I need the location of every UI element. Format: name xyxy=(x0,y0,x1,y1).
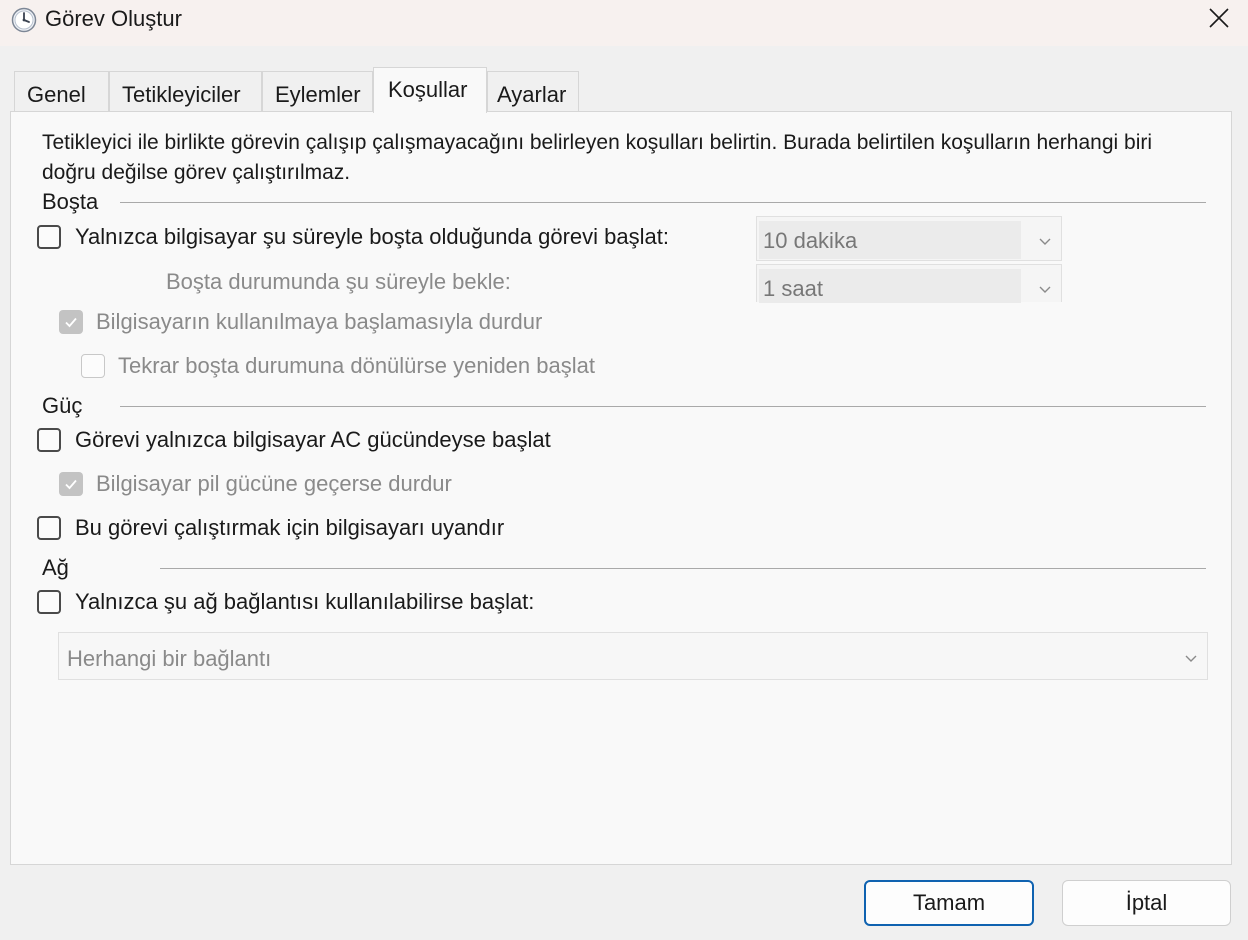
start-if-idle-label: Yalnızca bilgisayar şu süreyle boşta old… xyxy=(75,224,669,249)
tab-eylemler[interactable]: Eylemler xyxy=(262,71,373,111)
wait-duration-label: Boşta durumunda şu süreyle bekle: xyxy=(166,269,511,294)
network-section-label: Ağ xyxy=(42,555,69,580)
ac-power-checkbox[interactable] xyxy=(37,428,61,452)
network-connection-combo[interactable]: Herhangi bir bağlantı xyxy=(58,632,1208,680)
restart-on-idle-label: Tekrar boşta durumuna dönülürse yeniden … xyxy=(118,353,595,378)
idle-duration-value: 10 dakika xyxy=(763,228,858,253)
close-button[interactable] xyxy=(1190,0,1248,40)
start-if-idle-checkbox[interactable] xyxy=(37,225,61,249)
conditions-description: Tetikleyici ile birlikte görevin çalışıp… xyxy=(42,131,1153,184)
tab-kosullar[interactable]: Koşullar xyxy=(373,67,487,113)
chevron-down-icon xyxy=(1182,649,1200,667)
idle-duration-combo[interactable]: 10 dakika xyxy=(756,216,1062,261)
chevron-down-icon xyxy=(1036,280,1054,298)
stop-on-use-label: Bilgisayarın kullanılmaya başlamasıyla d… xyxy=(96,309,543,334)
require-network-checkbox[interactable] xyxy=(37,590,61,614)
wake-computer-checkbox[interactable] xyxy=(37,516,61,540)
wait-duration-combo[interactable]: 1 saat xyxy=(756,264,1062,303)
ok-button[interactable]: Tamam xyxy=(864,880,1034,926)
clock-icon xyxy=(11,7,37,33)
chevron-down-icon xyxy=(1036,232,1054,250)
title-bar: Görev Oluştur xyxy=(0,0,1248,46)
ac-power-label: Görevi yalnızca bilgisayar AC gücündeyse… xyxy=(75,427,551,452)
tab-ayarlar[interactable]: Ayarlar xyxy=(487,71,579,111)
idle-section-label: Boşta xyxy=(42,189,99,214)
close-icon xyxy=(1208,7,1230,34)
network-connection-value: Herhangi bir bağlantı xyxy=(67,646,272,671)
wait-duration-value: 1 saat xyxy=(763,276,823,301)
idle-divider xyxy=(120,202,1206,203)
window-title: Görev Oluştur xyxy=(45,6,182,31)
stop-on-battery-label: Bilgisayar pil gücüne geçerse durdur xyxy=(96,471,452,496)
network-divider xyxy=(160,568,1206,569)
stop-on-battery-checkbox[interactable] xyxy=(59,472,83,496)
checkmark-icon xyxy=(65,317,77,328)
require-network-label: Yalnızca şu ağ bağlantısı kullanılabilir… xyxy=(75,589,535,614)
tab-genel[interactable]: Genel xyxy=(14,71,109,111)
power-section-label: Güç xyxy=(42,393,83,418)
stop-on-use-checkbox[interactable] xyxy=(59,310,83,334)
wake-computer-label: Bu görevi çalıştırmak için bilgisayarı u… xyxy=(75,515,505,540)
power-divider xyxy=(120,406,1206,407)
cancel-button[interactable]: İptal xyxy=(1062,880,1231,926)
restart-on-idle-checkbox[interactable] xyxy=(81,354,105,378)
tab-tetikleyiciler[interactable]: Tetikleyiciler xyxy=(109,71,262,111)
checkmark-icon xyxy=(65,479,77,490)
